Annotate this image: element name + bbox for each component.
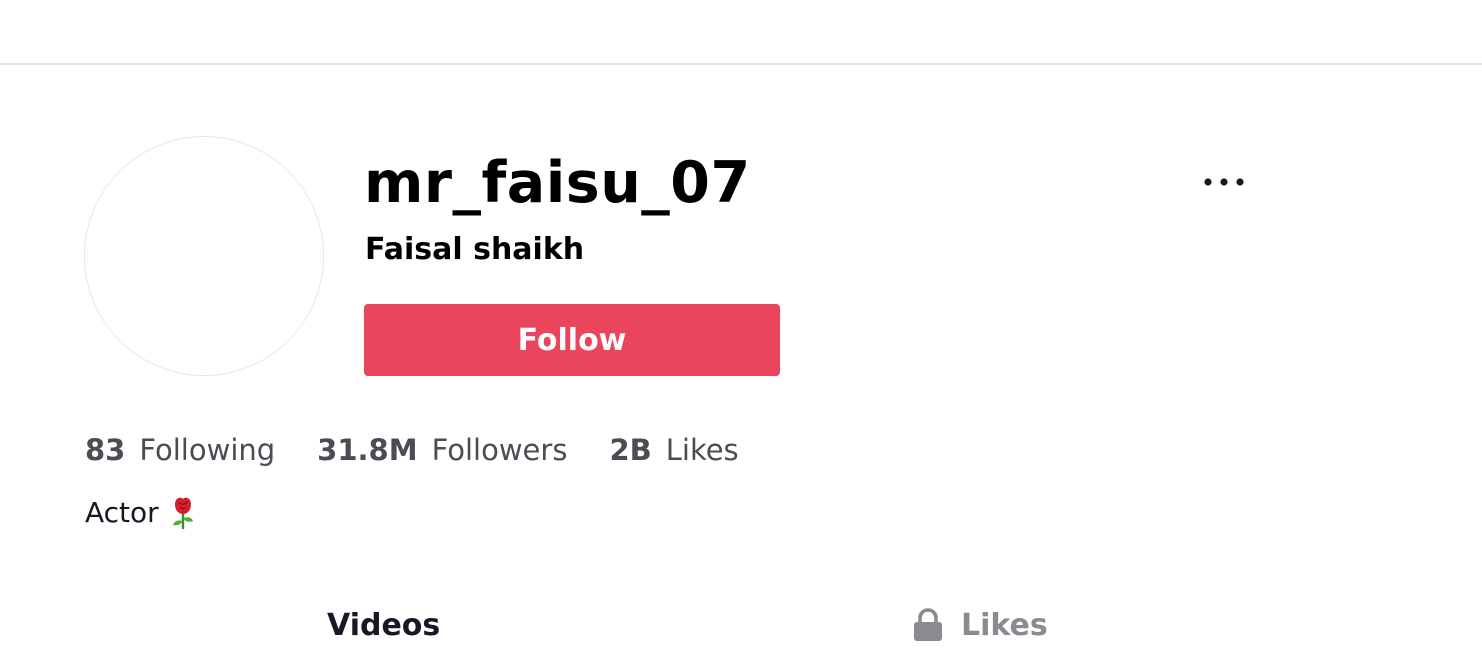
lock-icon: [913, 608, 943, 642]
stat-followers[interactable]: 31.8M Followers: [317, 428, 567, 472]
rose-icon: [169, 496, 197, 530]
follow-button[interactable]: Follow: [364, 304, 780, 376]
nickname: Faisal shaikh: [365, 232, 585, 267]
tab-videos[interactable]: Videos: [327, 603, 440, 647]
more-options-button[interactable]: [1200, 165, 1248, 199]
stat-following[interactable]: 83 Following: [85, 428, 275, 472]
profile-stats: 83 Following 31.8M Followers 2B Likes: [85, 428, 781, 472]
tab-likes-label: Likes: [961, 607, 1048, 643]
likes-count: 2B: [609, 433, 652, 467]
tab-likes[interactable]: Likes: [913, 603, 1048, 647]
followers-label: Followers: [431, 433, 568, 467]
following-count: 83: [85, 433, 126, 467]
top-navigation-bar: [0, 0, 1482, 65]
more-icon: [1204, 178, 1244, 186]
username: mr_faisu_07: [364, 150, 751, 216]
followers-count: 31.8M: [317, 433, 418, 467]
likes-label: Likes: [665, 433, 739, 467]
tab-videos-label: Videos: [327, 607, 441, 643]
bio-text: Actor: [85, 496, 159, 529]
avatar[interactable]: [84, 136, 324, 376]
stat-likes: 2B Likes: [609, 428, 738, 472]
following-label: Following: [139, 433, 276, 467]
bio: Actor: [85, 493, 197, 533]
